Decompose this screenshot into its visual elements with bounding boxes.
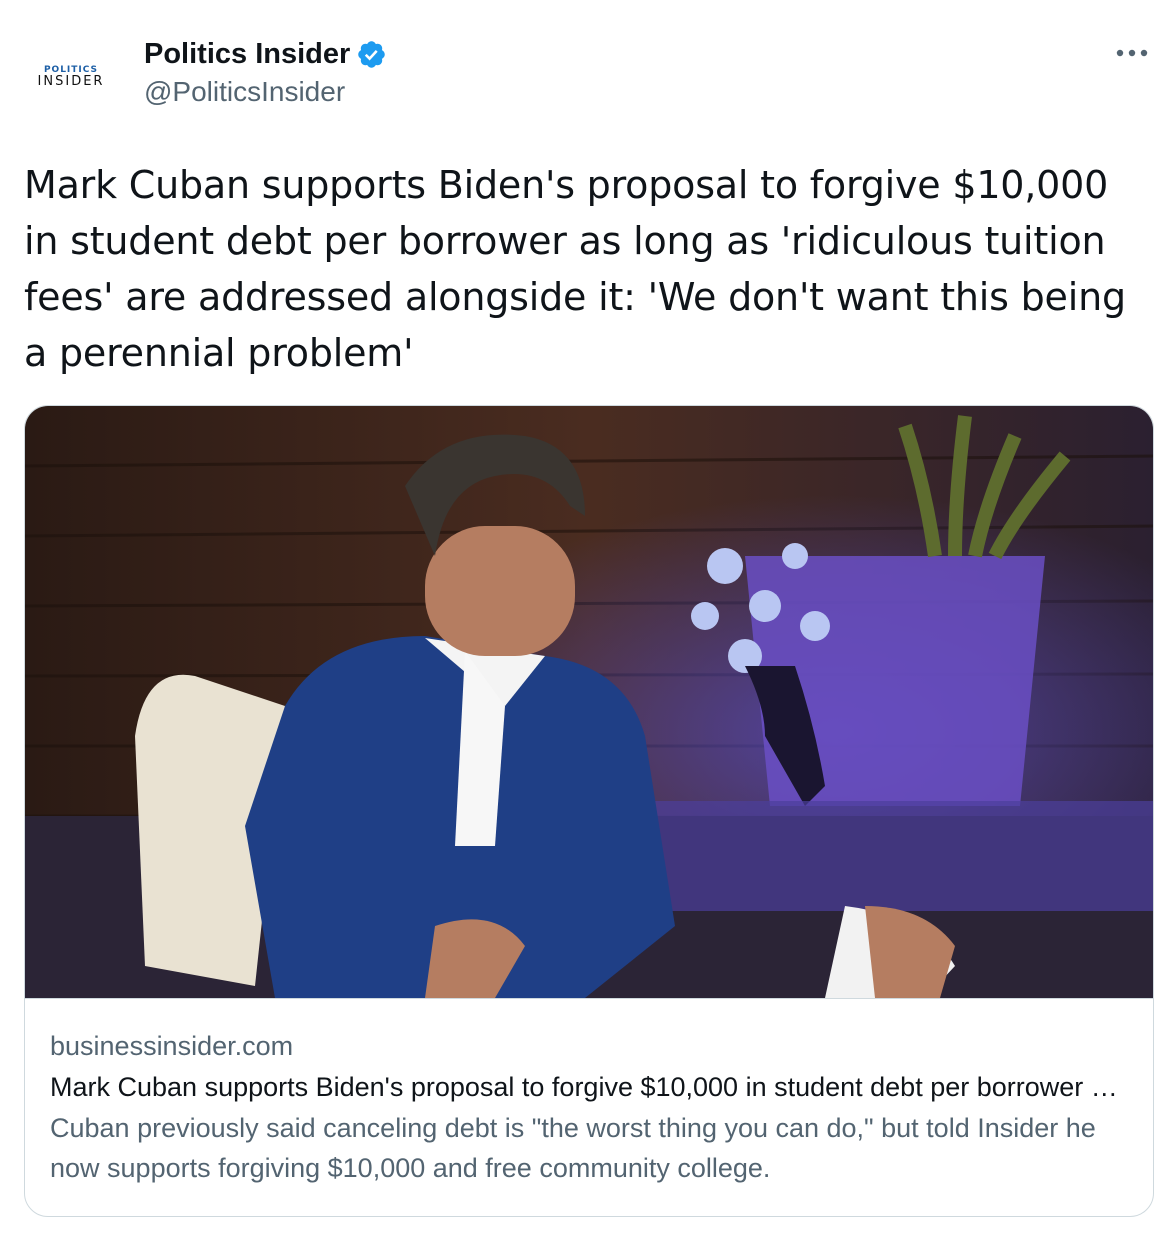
author-handle[interactable]: @PoliticsInsider (144, 76, 345, 108)
link-card-domain: businessinsider.com (50, 1031, 294, 1061)
link-card-description: Cuban previously said canceling debt is … (50, 1113, 1096, 1183)
more-options-button[interactable] (1112, 38, 1152, 68)
author-display-name[interactable]: Politics Insider (144, 38, 350, 71)
link-preview-card[interactable]: businessinsider.com Mark Cuban supports … (24, 405, 1154, 1217)
photo-illustration (25, 406, 1153, 998)
link-card-body: businessinsider.com Mark Cuban supports … (50, 1026, 1130, 1188)
verified-badge-icon (356, 39, 387, 70)
ellipsis-icon (1116, 49, 1148, 57)
tweet-text: Mark Cuban supports Biden's proposal to … (24, 163, 1126, 375)
author-avatar[interactable]: POLITICS INSIDER (24, 30, 118, 124)
author-name-row: Politics Insider (144, 34, 387, 74)
avatar-logo-bottom: INSIDER (37, 74, 105, 89)
link-card-title: Mark Cuban supports Biden's proposal to … (50, 1072, 1125, 1102)
link-card-image[interactable] (25, 406, 1153, 999)
